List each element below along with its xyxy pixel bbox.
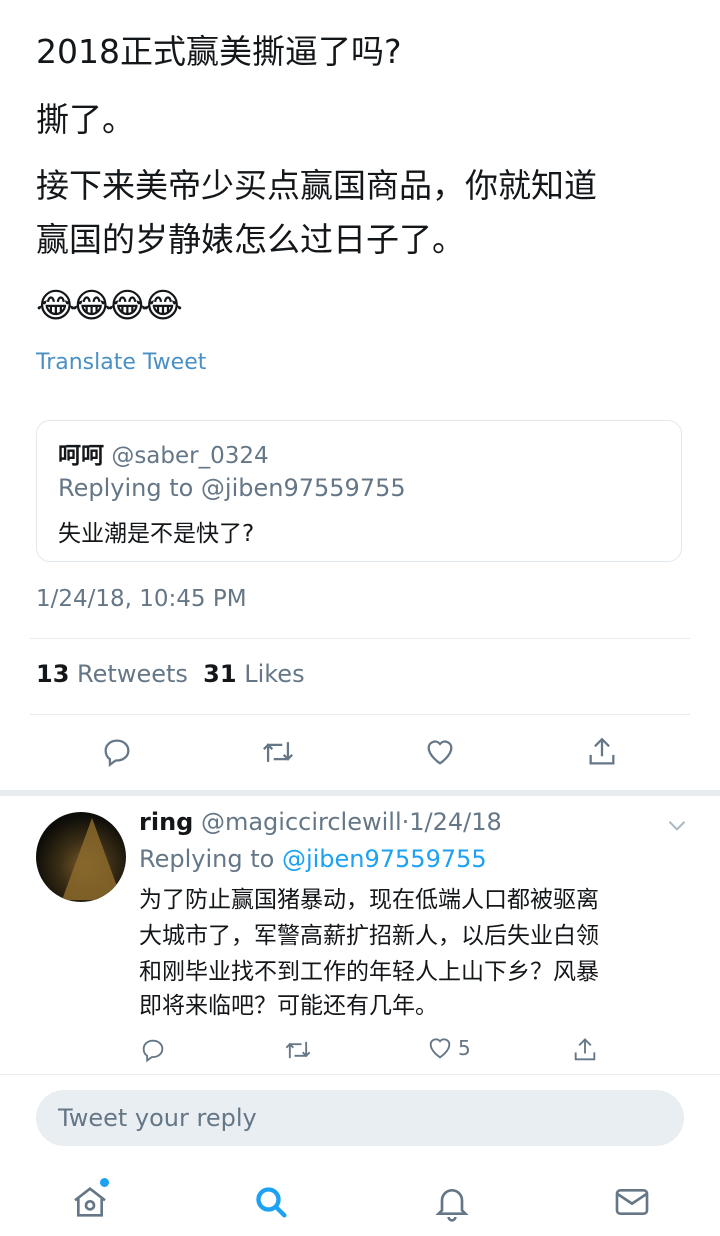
- tweet-text-line-2: 撕了。: [36, 100, 135, 139]
- tweet-emoji: 😂😂😂😂: [36, 286, 183, 326]
- retweet-button[interactable]: [253, 727, 303, 777]
- tab-search[interactable]: [241, 1172, 301, 1232]
- quoted-tweet-author-name: 呵呵: [58, 443, 104, 469]
- quoted-tweet-handle: @saber_0324: [111, 443, 269, 469]
- reply-retweet-button[interactable]: [273, 1025, 323, 1075]
- tab-notifications[interactable]: [422, 1172, 482, 1232]
- reply-like-button[interactable]: 5: [426, 1034, 471, 1062]
- retweets-label[interactable]: Retweets: [77, 660, 188, 688]
- quoted-tweet-text: 失业潮是不是快了?: [58, 521, 255, 547]
- tweet-stats: 13 Retweets 31 Likes: [36, 660, 305, 688]
- replying-prefix: Replying to: [139, 845, 275, 873]
- tweet-text-line-3: 接下来美帝少买点赢国商品，你就知道: [36, 166, 597, 205]
- reply-reply-button[interactable]: [128, 1025, 178, 1075]
- reply-text-line-2: 大城市了，军警高薪扩招新人，以后失业白领: [139, 923, 599, 949]
- reply-author-name[interactable]: ring: [139, 808, 193, 836]
- reply-text-line-3: 和刚毕业找不到工作的年轻人上山下乡？风暴: [139, 959, 599, 985]
- translate-tweet-link[interactable]: Translate Tweet: [36, 350, 206, 375]
- tab-home[interactable]: [60, 1172, 120, 1232]
- search-icon: [256, 1187, 287, 1218]
- quoted-tweet-replying-to: Replying to @jiben97559755: [58, 474, 406, 502]
- notification-dot: [100, 1178, 109, 1187]
- reply-header: ring @magiccirclewill·1/24/18: [139, 808, 502, 836]
- reply-menu-button[interactable]: [664, 812, 690, 842]
- share-icon: [589, 737, 615, 765]
- section-separator: [0, 790, 720, 796]
- home-icon: [74, 1186, 106, 1217]
- reply-icon: [104, 739, 130, 768]
- reply-text-line-4: 即将来临吧？可能还有几年。: [139, 993, 438, 1019]
- tweet-text-line-4: 赢国的岁静婊怎么过日子了。: [36, 220, 465, 259]
- reply-button[interactable]: [92, 727, 142, 777]
- reply-likes-count: 5: [458, 1036, 471, 1060]
- likes-label[interactable]: Likes: [244, 660, 304, 688]
- reply-text-line-1: 为了防止赢国猪暴动，现在低端人口都被驱离: [139, 887, 599, 913]
- heart-icon: [427, 740, 453, 765]
- bell-icon: [435, 1189, 469, 1222]
- likes-count[interactable]: 31: [203, 660, 236, 688]
- quoted-tweet-header: 呵呵 @saber_0324: [58, 436, 269, 470]
- retweets-count[interactable]: 13: [36, 660, 69, 688]
- replying-handle-link[interactable]: @jiben97559755: [282, 845, 487, 873]
- like-button[interactable]: [415, 727, 465, 777]
- share-icon: [574, 1038, 596, 1061]
- tab-messages[interactable]: [602, 1172, 662, 1232]
- reply-replying-to: Replying to @jiben97559755: [139, 845, 487, 873]
- divider: [30, 714, 690, 715]
- mail-icon: [615, 1189, 649, 1215]
- reply-icon: [142, 1039, 164, 1063]
- reply-author-handle[interactable]: @magiccirclewill: [201, 808, 402, 836]
- avatar[interactable]: [36, 812, 126, 902]
- chevron-down-icon: [668, 821, 686, 831]
- reply-date: 1/24/18: [409, 808, 502, 836]
- reply-share-button[interactable]: [560, 1025, 610, 1075]
- tweet-text-line-1: 2018正式赢美撕逼了吗?: [36, 32, 402, 71]
- divider: [0, 1074, 720, 1075]
- divider: [30, 638, 690, 639]
- retweet-icon: [263, 742, 293, 762]
- tweet-reply-input[interactable]: Tweet your reply: [36, 1090, 684, 1146]
- retweet-icon: [285, 1041, 311, 1059]
- heart-icon: [429, 1038, 451, 1059]
- share-button[interactable]: [577, 727, 627, 777]
- tweet-timestamp: 1/24/18, 10:45 PM: [36, 586, 247, 612]
